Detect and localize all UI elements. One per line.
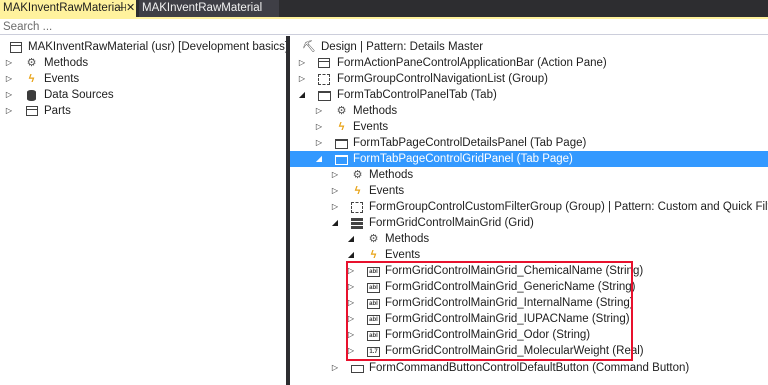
tree-node-label: Events <box>44 73 80 85</box>
tree-node-details-panel[interactable]: ▷ FormTabPageControlDetailsPanel (Tab Pa… <box>290 135 768 151</box>
expand-arrow-icon[interactable]: ▷ <box>314 119 324 135</box>
expand-arrow-icon[interactable]: ▷ <box>297 55 307 71</box>
tab-page-icon <box>335 139 348 149</box>
search-bar <box>0 19 768 35</box>
tree-node-label: FormTabPageControlGridPanel (Tab Page) <box>353 153 573 165</box>
action-pane-icon <box>318 58 330 68</box>
tree-node-events[interactable]: ▷ ϟ Events <box>0 71 286 87</box>
tab-makinventrawmaterial-designer[interactable]: MAKInventRawMaterial ⊣ ✕ <box>0 0 136 17</box>
tree-node-main-grid[interactable]: ◢ FormGridControlMainGrid (Grid) <box>290 215 768 231</box>
tree-node-label: FormTabControlPanelTab (Tab) <box>337 89 497 101</box>
expand-arrow-icon[interactable]: ▷ <box>4 87 14 103</box>
methods-icon: ⚙ <box>336 105 347 117</box>
tree-node-grid-methods[interactable]: ◢ ⚙ Methods <box>290 231 768 247</box>
tree-root-node[interactable]: MAKInventRawMaterial (usr) [Development … <box>0 39 289 55</box>
collapse-arrow-icon[interactable]: ◢ <box>330 215 340 231</box>
tree-node-label: FormActionPaneControlApplicationBar (Act… <box>337 57 607 69</box>
expand-arrow-icon[interactable]: ▷ <box>4 103 14 119</box>
tree-node-label: Design | Pattern: Details Master <box>321 41 484 53</box>
events-icon: ϟ <box>338 121 345 133</box>
expand-arrow-icon[interactable]: ▷ <box>314 103 324 119</box>
methods-icon: ⚙ <box>352 169 363 181</box>
tree-node-label: Methods <box>385 233 430 245</box>
events-icon: ϟ <box>354 185 361 197</box>
tree-node-navigation-list[interactable]: ▷ FormGroupControlNavigationList (Group) <box>290 71 768 87</box>
tree-node-default-button[interactable]: ▷ FormCommandButtonControlDefaultButton … <box>290 360 768 376</box>
tree-node-custom-filter-group[interactable]: ▷ FormGroupControlCustomFilterGroup (Gro… <box>290 199 768 215</box>
tree-node-label: Methods <box>44 57 89 69</box>
expand-arrow-icon[interactable]: ▷ <box>4 71 14 87</box>
tree-node-grid-panel-events[interactable]: ▷ ϟ Events <box>290 183 768 199</box>
command-button-icon <box>351 365 364 373</box>
tree-node-label: Events <box>353 121 389 133</box>
grid-icon <box>351 218 363 229</box>
tree-node-action-pane[interactable]: ▷ FormActionPaneControlApplicationBar (A… <box>290 55 768 71</box>
tree-node-label: FormGridControlMainGrid (Grid) <box>369 217 534 229</box>
tree-node-label: Events <box>369 185 405 197</box>
parts-icon <box>26 106 38 116</box>
methods-icon: ⚙ <box>26 57 37 69</box>
expand-arrow-icon[interactable]: ▷ <box>330 183 340 199</box>
tree-node-label: Parts <box>44 105 71 117</box>
tree-node-data-sources[interactable]: ▷ Data Sources <box>0 87 286 103</box>
tab-icon <box>318 91 331 101</box>
close-icon[interactable]: ✕ <box>126 0 135 17</box>
collapse-arrow-icon[interactable]: ◢ <box>297 87 307 103</box>
tree-node-tab-methods[interactable]: ▷ ⚙ Methods <box>290 103 768 119</box>
tab-label: MAKInventRawMaterial <box>142 2 263 14</box>
design-icon: ⛏ <box>302 41 316 53</box>
expand-arrow-icon[interactable]: ▷ <box>330 360 340 376</box>
datasource-icon <box>27 90 36 101</box>
tree-node-parts[interactable]: ▷ Parts <box>0 103 286 119</box>
tab-label: MAKInventRawMaterial <box>3 2 124 14</box>
highlight-box <box>346 261 633 361</box>
element-tree-pane: MAKInventRawMaterial (usr) [Development … <box>0 36 289 385</box>
form-icon <box>10 42 22 53</box>
tree-node-methods[interactable]: ▷ ⚙ Methods <box>0 55 286 71</box>
collapse-arrow-icon[interactable]: ◢ <box>314 151 324 167</box>
tree-node-label: FormTabPageControlDetailsPanel (Tab Page… <box>353 137 587 149</box>
document-tab-strip: MAKInventRawMaterial ⊣ ✕ MAKInventRawMat… <box>0 0 768 17</box>
tree-node-grid-panel[interactable]: ◢ FormTabPageControlGridPanel (Tab Page) <box>290 151 768 167</box>
expand-arrow-icon[interactable]: ▷ <box>314 135 324 151</box>
tree-node-label: FormGroupControlCustomFilterGroup (Group… <box>369 201 768 213</box>
group-icon <box>318 74 330 85</box>
search-input[interactable] <box>0 19 768 34</box>
tree-node-label: FormGroupControlNavigationList (Group) <box>337 73 548 85</box>
tab-makinventrawmaterial[interactable]: MAKInventRawMaterial <box>139 0 279 17</box>
design-root-node[interactable]: ⛏ Design | Pattern: Details Master <box>290 39 768 55</box>
expand-arrow-icon[interactable]: ▷ <box>297 71 307 87</box>
tab-page-icon <box>335 155 348 165</box>
tree-node-grid-panel-methods[interactable]: ▷ ⚙ Methods <box>290 167 768 183</box>
tree-node-tab[interactable]: ◢ FormTabControlPanelTab (Tab) <box>290 87 768 103</box>
tree-node-label: MAKInventRawMaterial (usr) [Development … <box>28 41 289 53</box>
group-icon <box>351 202 363 213</box>
expand-arrow-icon[interactable]: ▷ <box>330 167 340 183</box>
collapse-arrow-icon[interactable]: ◢ <box>346 231 356 247</box>
expand-arrow-icon[interactable]: ▷ <box>4 55 14 71</box>
tree-node-label: Methods <box>369 169 414 181</box>
tree-node-tab-events[interactable]: ▷ ϟ Events <box>290 119 768 135</box>
events-icon: ϟ <box>370 249 377 261</box>
events-icon: ϟ <box>28 73 35 85</box>
expand-arrow-icon[interactable]: ▷ <box>330 199 340 215</box>
tree-node-label: Data Sources <box>44 89 114 101</box>
methods-icon: ⚙ <box>368 233 379 245</box>
tree-node-label: FormCommandButtonControlDefaultButton (C… <box>369 362 690 374</box>
tree-node-label: Methods <box>353 105 398 117</box>
